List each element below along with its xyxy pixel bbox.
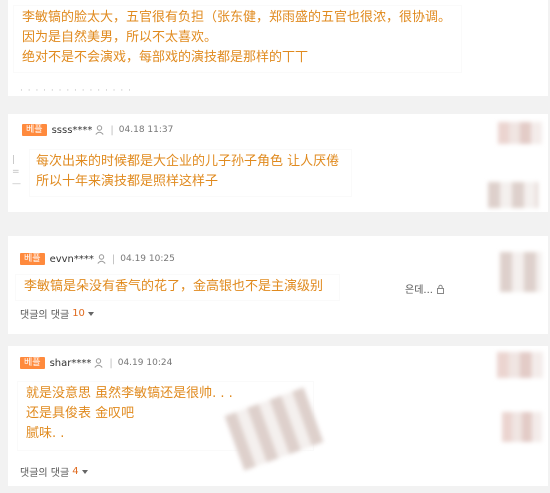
username[interactable]: ssss**** bbox=[52, 125, 93, 136]
best-badge: 베플 bbox=[22, 124, 47, 136]
person-icon bbox=[95, 125, 104, 135]
comment-trailing-text: 은데... bbox=[405, 281, 445, 296]
replies-toggle[interactable]: 댓글의 댓글 4 bbox=[20, 464, 88, 479]
comment-meta: 베플 evvn**** | 04.19 10:25 bbox=[20, 253, 175, 265]
replies-count: 4 bbox=[72, 466, 79, 477]
timestamp: 04.19 10:24 bbox=[117, 358, 173, 368]
lock-icon bbox=[436, 284, 445, 294]
comment-line: 李敏镐是朵没有香气的花了，金高银也不是主演级别 bbox=[24, 279, 324, 294]
chevron-down-icon bbox=[87, 311, 94, 316]
timestamp: 04.19 10:25 bbox=[120, 254, 175, 264]
divider-dots: · · · · · · · · · · · · · · · bbox=[20, 86, 132, 96]
comment-meta: 베플 shar**** | 04.19 10:24 bbox=[20, 357, 172, 369]
comment-line: 腻味. . bbox=[26, 426, 65, 441]
censored-area bbox=[500, 252, 542, 292]
comment-meta: 베플 ssss**** | 04.18 11:37 bbox=[22, 124, 173, 136]
highlighted-comment-text: 李敏镐是朵没有香气的花了，金高银也不是主演级别 bbox=[16, 275, 340, 300]
highlighted-comment-text: 每次出来的时候都是大企业的儿子孙子角色 让人厌倦 所以十年来演技都是照样这样子 bbox=[30, 150, 352, 196]
censored-area bbox=[497, 352, 543, 378]
best-badge: 베플 bbox=[20, 357, 45, 369]
chevron-down-icon bbox=[81, 469, 88, 474]
comment-line: 所以十年来演技都是照样这样子 bbox=[36, 174, 219, 189]
person-icon bbox=[94, 358, 103, 368]
censored-area bbox=[488, 182, 538, 208]
censored-area bbox=[502, 412, 542, 442]
separator: | bbox=[110, 124, 114, 136]
replies-count: 10 bbox=[72, 308, 85, 319]
comment-line: 就是没意思 虽然李敏镐还是很帅. . . bbox=[26, 386, 233, 401]
username[interactable]: shar**** bbox=[50, 358, 92, 369]
separator: | bbox=[111, 253, 116, 265]
replies-label: 댓글의 댓글 bbox=[20, 468, 70, 479]
replies-toggle[interactable]: 댓글의 댓글 10 bbox=[20, 306, 94, 321]
comment-line: 李敏镐的脸太大，五官很有负担（张东健，郑雨盛的五官也很浓，很协调。 bbox=[22, 10, 452, 25]
username[interactable]: evvn**** bbox=[50, 254, 94, 265]
comment-line: 绝对不是不会演戏，每部戏的演技都是那样的丅丅 bbox=[22, 50, 309, 65]
divider-dots: | = — bbox=[12, 155, 22, 189]
replies-label: 댓글의 댓글 bbox=[20, 310, 70, 321]
highlighted-comment-text: 李敏镐的脸太大，五官很有负担（张东健，郑雨盛的五官也很浓，很协调。 因为是自然美… bbox=[14, 6, 462, 72]
best-badge: 베플 bbox=[20, 253, 45, 265]
comment-line: 每次出来的时候都是大企业的儿子孙子角色 让人厌倦 bbox=[36, 154, 340, 169]
timestamp: 04.18 11:37 bbox=[118, 125, 174, 135]
censored-area bbox=[498, 122, 542, 144]
comment-line: 因为是自然美男，所以不太喜欢。 bbox=[22, 30, 218, 45]
comment-line: 还是具俊表 金叹吧 bbox=[26, 406, 135, 421]
separator: | bbox=[109, 357, 113, 369]
person-icon bbox=[97, 254, 106, 264]
